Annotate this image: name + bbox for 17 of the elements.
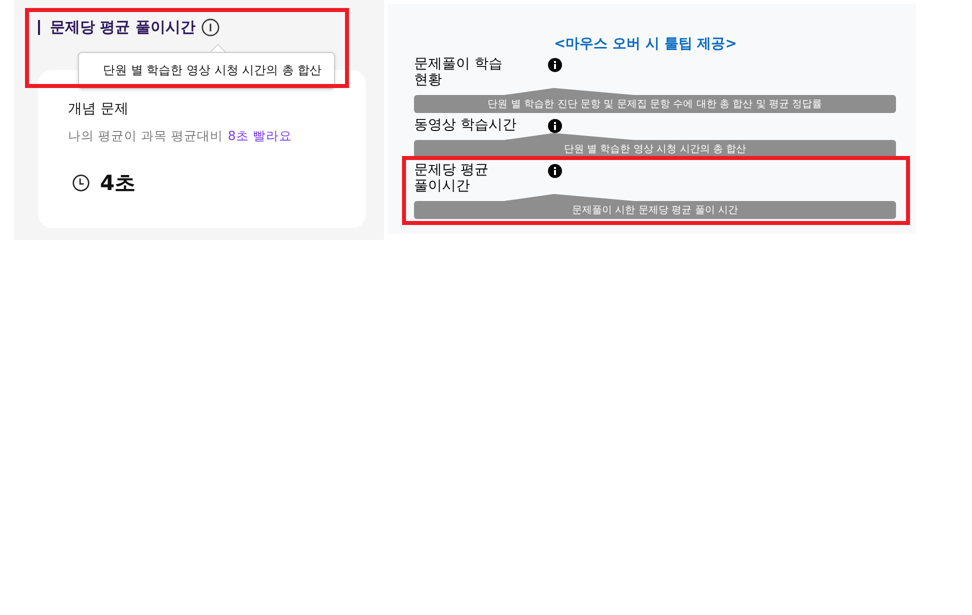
row-label: 문제당 평균 풀이시간	[414, 162, 490, 194]
tooltip-pointer	[210, 44, 226, 53]
info-icon[interactable]	[201, 18, 220, 36]
info-icon[interactable]	[548, 119, 562, 133]
comparison-text: 나의 평균이 과목 평균대비	[68, 128, 223, 145]
row-label: 문제풀이 학습 현황	[414, 56, 504, 88]
comparison-highlight: 8초 빨라요	[228, 128, 292, 145]
annotation-note: <마우스 오버 시 툴팁 제공>	[554, 35, 737, 53]
info-icon[interactable]	[548, 164, 562, 178]
tooltip: 단원 별 학습한 진단 문항 및 문제집 문항 수에 대한 총 합산 및 평균 정답률	[414, 88, 896, 113]
time-value: 4초	[100, 170, 136, 197]
row-label: 동영상 학습시간	[414, 117, 518, 133]
clock-icon	[72, 174, 90, 192]
tooltip: 문제풀이 시한 문제당 평균 풀이 시간	[414, 194, 896, 219]
info-icon[interactable]	[548, 58, 562, 72]
card-title: 개념 문제	[68, 100, 130, 118]
section-title: 문제당 평균 풀이시간	[50, 18, 196, 36]
